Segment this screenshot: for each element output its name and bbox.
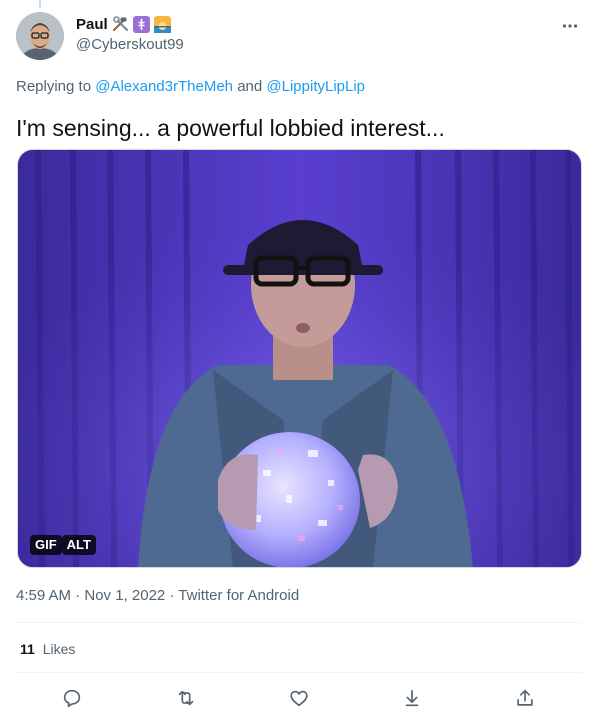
reply-mention-link[interactable]: @LippityLipLip (266, 78, 365, 95)
more-options-button[interactable] (558, 14, 582, 38)
tweet-media-gif[interactable]: GIF ALT (17, 149, 582, 568)
bookmark-button[interactable] (400, 686, 424, 710)
avatar-image (16, 12, 64, 60)
reply-button[interactable] (60, 686, 84, 710)
likes-stat[interactable]: 11 Likes (20, 641, 75, 657)
tweet-timestamp[interactable]: 4:59 AM · Nov 1, 2022 · Twitter for Andr… (16, 587, 299, 604)
media-badges: GIF ALT (30, 535, 96, 555)
reply-icon (63, 689, 81, 708)
reply-mention-link[interactable]: @Alexand3rTheMeh (95, 78, 233, 95)
retweet-icon (178, 690, 194, 706)
share-icon (517, 689, 533, 706)
reply-mention-joiner: and (237, 78, 263, 95)
avatar[interactable] (16, 12, 64, 60)
thread-connector-line (39, 0, 41, 8)
divider (16, 672, 582, 673)
tweet-header: Paul @Cyberskout99 (16, 12, 582, 64)
gif-frame-image (18, 150, 581, 567)
retweet-button[interactable] (174, 686, 198, 710)
alt-text-badge[interactable]: ALT (61, 535, 96, 555)
author-display-name[interactable]: Paul (76, 16, 108, 33)
like-button[interactable] (287, 686, 311, 710)
divider (16, 622, 582, 623)
replying-to-line: Replying to @Alexand3rTheMeh and @Lippit… (16, 78, 365, 95)
sunrise-emoji (153, 15, 171, 33)
replying-to-label: Replying to (16, 78, 92, 95)
likes-label: Likes (42, 641, 76, 657)
like-icon (290, 690, 308, 707)
tweet-action-bar (16, 682, 582, 714)
medical-symbol-emoji (132, 15, 150, 33)
gif-badge: GIF (30, 535, 62, 555)
author-handle[interactable]: @Cyberskout99 (76, 36, 184, 53)
share-button[interactable] (513, 686, 537, 710)
hammer-and-wrench-emoji (112, 15, 129, 33)
author-names: Paul @Cyberskout99 (76, 14, 184, 53)
tweet-text: I'm sensing... a powerful lobbied intere… (16, 115, 445, 141)
bookmark-icon (405, 689, 419, 707)
more-horizontal-icon (562, 24, 578, 28)
likes-count: 11 (20, 641, 35, 657)
